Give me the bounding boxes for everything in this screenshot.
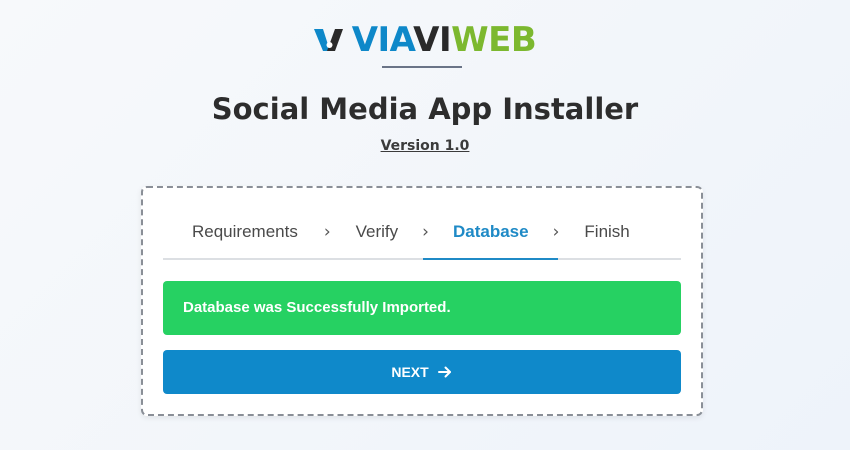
installer-card: Requirements › Verify › Database › Finis… xyxy=(141,186,703,416)
next-button-label: NEXT xyxy=(391,364,429,380)
version-label: Version 1.0 xyxy=(0,138,850,154)
success-alert-message: Database was Successfully Imported. xyxy=(183,299,451,316)
arrow-right-icon xyxy=(437,366,451,378)
chevron-right-icon: › xyxy=(422,222,429,242)
chevron-right-icon: › xyxy=(323,222,331,242)
brand-wordmark: VIAVIWEB xyxy=(352,20,537,60)
next-button[interactable]: NEXT xyxy=(163,350,681,394)
brand-logo: VIAVIWEB xyxy=(0,18,850,62)
step-requirements[interactable]: Requirements xyxy=(192,202,298,258)
step-database[interactable]: Database xyxy=(423,202,558,260)
version-text: Version 1.0 xyxy=(380,138,470,154)
page-title: Social Media App Installer xyxy=(211,92,639,126)
step-tabs: Requirements › Verify › Database › Finis… xyxy=(163,202,681,260)
brand-part-web: WEB xyxy=(451,20,537,60)
brand-part-via: VIA xyxy=(351,20,414,60)
logo-divider xyxy=(382,66,462,68)
step-verify[interactable]: Verify xyxy=(356,202,399,258)
brand-part-vi: VI xyxy=(413,20,452,60)
chevron-right-icon: › xyxy=(552,222,560,242)
logo-mark-icon xyxy=(313,29,343,51)
success-alert: Database was Successfully Imported. xyxy=(163,281,681,335)
step-finish[interactable]: Finish xyxy=(584,202,629,258)
